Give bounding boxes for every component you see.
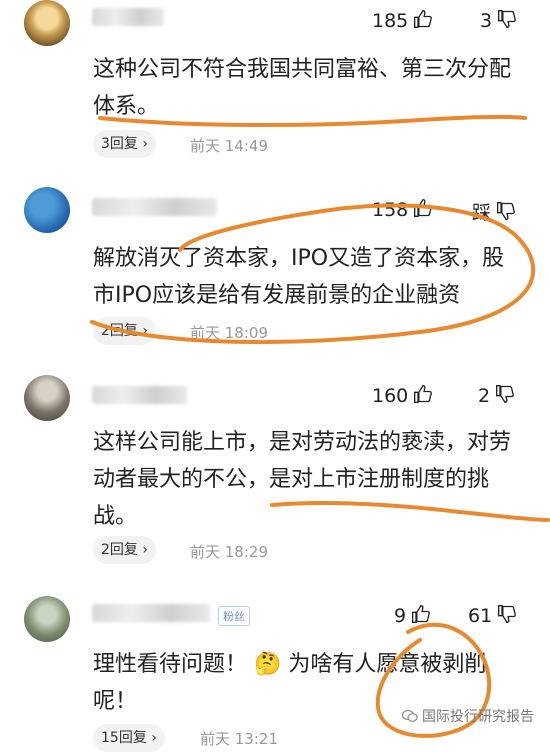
like-control[interactable]: 185 [372, 9, 433, 32]
watermark: 国际投行研究报告 [401, 706, 534, 726]
like-count: 158 [372, 199, 409, 221]
dislike-label: 踩 [472, 202, 492, 224]
comment-text: 这样公司能上市，是对劳动法的亵渎，对劳 动者最大的不公，是对上市注册制度的挑 战… [93, 424, 538, 535]
comment-text-line: 战。 [93, 504, 138, 529]
avatar[interactable] [24, 187, 70, 233]
thumbs-down-icon [495, 384, 515, 404]
avatar[interactable] [24, 596, 70, 642]
dislike-control[interactable]: 61 [468, 604, 517, 627]
like-count: 185 [372, 10, 409, 32]
comment-time: 前天 18:29 [190, 543, 268, 561]
thumbs-down-icon [497, 9, 517, 29]
thumbs-down-icon [497, 604, 517, 624]
comment-text-line: 体系。 [93, 94, 160, 119]
reply-button[interactable]: 2回复 › [93, 317, 156, 345]
like-control[interactable]: 160 [372, 384, 433, 407]
thumbs-up-icon [413, 9, 433, 29]
comment-text-line: 解放消灭了资本家，IPO又造了资本家，股 [93, 246, 505, 271]
comment-text: 解放消灭了资本家，IPO又造了资本家，股 市IPO应该是给有发展前景的企业融资 [93, 240, 538, 314]
dislike-control[interactable]: 踩 [472, 198, 516, 225]
reply-button[interactable]: 2回复 › [93, 536, 156, 564]
comment-time: 前天 18:09 [190, 324, 268, 342]
dislike-count: 2 [478, 385, 491, 407]
dislike-control[interactable]: 2 [478, 384, 515, 407]
avatar[interactable] [24, 375, 70, 421]
like-control[interactable]: 158 [372, 198, 433, 221]
comment-time: 前天 13:21 [200, 730, 278, 748]
like-control[interactable]: 9 [394, 604, 431, 627]
avatar[interactable] [24, 0, 70, 46]
thumbs-up-icon [411, 604, 431, 624]
comment-time: 前天 14:49 [190, 137, 268, 155]
comment-text-line: 这样公司能上市，是对劳动法的亵渎，对劳 [93, 430, 512, 455]
username-blurred[interactable] [92, 8, 164, 26]
fan-badge: 粉丝 [218, 606, 250, 626]
username-blurred[interactable] [92, 604, 210, 622]
watermark-text: 国际投行研究报告 [422, 709, 534, 725]
comment-text-line: 这种公司不符合我国共同富裕、第三次分配 [93, 57, 512, 82]
like-count: 9 [394, 605, 407, 627]
comment-text: 这种公司不符合我国共同富裕、第三次分配 体系。 [93, 51, 538, 125]
wechat-icon [401, 709, 418, 723]
dislike-count: 61 [468, 605, 493, 627]
comment-text-line: 动者最大的不公，是对上市注册制度的挑 [93, 467, 490, 492]
dislike-count: 3 [480, 10, 493, 32]
username-blurred[interactable] [92, 198, 217, 216]
username-blurred[interactable] [92, 386, 187, 404]
comment-text-line: 理性看待问题！ 🤔 为啥有人愿意被剥削 [93, 652, 487, 677]
like-count: 160 [372, 385, 409, 407]
reply-button[interactable]: 3回复 › [93, 130, 156, 158]
thumbs-up-icon [413, 384, 433, 404]
reply-button[interactable]: 15回复 › [93, 724, 165, 752]
comment-text-line: 市IPO应该是给有发展前景的企业融资 [93, 283, 461, 308]
thumbs-down-icon [496, 201, 516, 221]
dislike-control[interactable]: 3 [480, 9, 517, 32]
thumbs-up-icon [413, 198, 433, 218]
